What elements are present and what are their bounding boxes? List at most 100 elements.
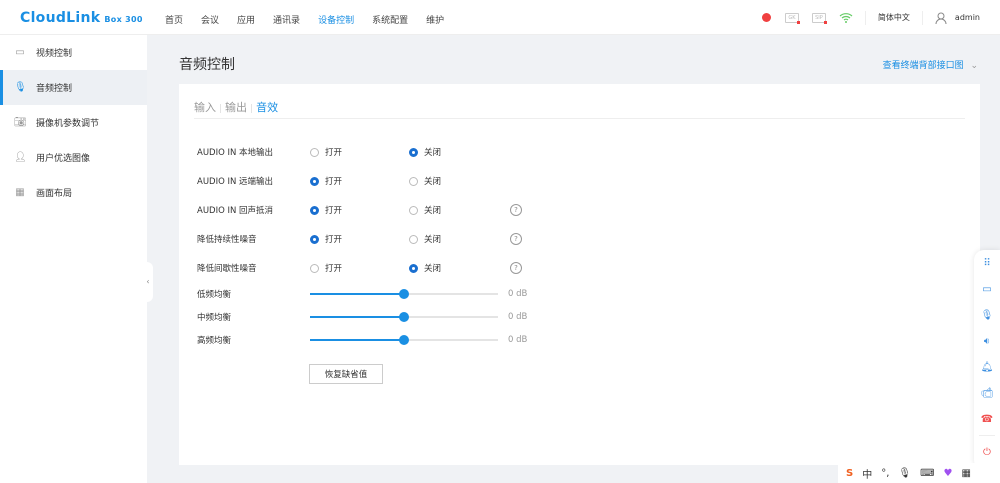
restore-defaults-button[interactable]: 恢复缺省值 (309, 364, 383, 384)
bell-icon[interactable]: 🔔︎ (974, 354, 1000, 380)
skin-icon[interactable]: ♥ (944, 468, 953, 479)
punctuation-icon[interactable]: °, (881, 468, 889, 479)
user-name[interactable]: admin (955, 13, 980, 22)
option-row: AUDIO IN 本地输出 打开 关闭 (197, 145, 897, 159)
nav-item[interactable]: 系统配置 (372, 13, 408, 26)
sidebar-item-label: 音频控制 (36, 84, 73, 94)
nav-item[interactable]: 会议 (201, 13, 219, 26)
option-label: AUDIO IN 本地输出 (197, 148, 274, 158)
chevron-down-icon: ⌄ (970, 61, 978, 71)
back-panel-link[interactable]: 查看终端背部接口图 ⌄ (883, 58, 978, 71)
camera-icon[interactable]: 📹︎ (974, 380, 1000, 406)
option-label: 降低持续性噪音 (197, 235, 257, 245)
radio-circle[interactable] (310, 147, 319, 157)
toolbox-icon[interactable]: ▦ (962, 468, 971, 479)
dialpad-icon[interactable]: ⠿ (974, 250, 1000, 276)
sidebar-item[interactable]: 📷︎ 摄像机参数调节 (0, 105, 147, 140)
equalizer-slider[interactable] (310, 289, 498, 299)
equalizer-slider[interactable] (310, 312, 498, 322)
tab-0[interactable]: 输入 (194, 101, 216, 114)
radio-circle[interactable] (310, 176, 319, 186)
option-label: AUDIO IN 回声抵消 (197, 206, 274, 216)
sidebar: ▭ 视频控制 🎙︎ 音频控制 📷︎ 摄像机参数调节 👤︎ 用户优选图像 ▦ 画面布局 (0, 35, 147, 483)
layout-grid-icon: ▦ (15, 186, 25, 198)
user-avatar-icon[interactable] (935, 12, 947, 24)
nav-item[interactable]: 通讯录 (273, 13, 300, 26)
radio-circle[interactable] (409, 205, 418, 215)
speaker-icon[interactable]: 🔉︎ (974, 328, 1000, 354)
nav-item[interactable]: 首页 (165, 13, 183, 26)
radio-circle[interactable] (409, 263, 418, 273)
microphone-icon[interactable]: 🎙︎ (974, 302, 1000, 328)
sidebar-item[interactable]: 🎙︎ 音频控制 (0, 70, 147, 105)
collapse-sidebar-button[interactable]: ‹ (143, 262, 153, 302)
radio-circle[interactable] (310, 263, 319, 273)
hang-up-icon[interactable]: ☎︎ (974, 406, 1000, 432)
option-label: AUDIO IN 远端输出 (197, 177, 274, 187)
sidebar-item-label: 视频控制 (36, 49, 73, 59)
radio-off[interactable]: 关闭 (409, 233, 508, 245)
nav-item[interactable]: 设备控制 (318, 13, 354, 26)
option-row: 降低持续性噪音 打开 关闭? (197, 232, 897, 246)
keyboard-icon[interactable]: ⌨︎ (920, 468, 934, 479)
sidebar-item[interactable]: ▦ 画面布局 (0, 175, 147, 210)
equalizer-slider[interactable] (310, 335, 498, 345)
option-row: 降低间歇性噪音 打开 关闭? (197, 261, 897, 275)
option-row: AUDIO IN 回声抵消 打开 关闭? (197, 203, 897, 217)
sogou-logo-icon[interactable]: S (846, 468, 853, 479)
wifi-icon (839, 13, 853, 23)
sidebar-item-label: 画面布局 (36, 189, 73, 199)
top-header: CloudLink Box 300 首页 会议 应用 通讯录 设备控制 系统配置 维护 GK … (0, 0, 1000, 35)
slider-fill (310, 316, 404, 318)
floating-toolbar: ⠿ ▭ 🎙︎ 🔉︎ 🔔︎ 📹︎ ☎︎ ⏻ (974, 250, 1000, 470)
equalizer-label: 中频均衡 (197, 313, 232, 323)
audio-effects-panel: 输入 | 输出 | 音效 恢复缺省值 AUDIO IN 本地输出 打开 关闭 AUDIO IN… (179, 84, 980, 465)
help-icon[interactable]: ? (510, 262, 522, 274)
radio-label: 关闭 (424, 148, 442, 158)
slider-thumb[interactable] (399, 289, 409, 299)
tab-1[interactable]: 输出 (225, 101, 247, 114)
radio-circle[interactable] (310, 205, 319, 215)
radio-circle[interactable] (310, 234, 319, 244)
voice-input-icon[interactable]: 🎙︎ (898, 468, 911, 479)
nav-item[interactable]: 维护 (426, 13, 444, 26)
slider-thumb[interactable] (399, 335, 409, 345)
radio-circle[interactable] (409, 147, 418, 157)
nav-item[interactable]: 应用 (237, 13, 255, 26)
help-icon[interactable]: ? (510, 233, 522, 245)
equalizer-value: 0 dB (508, 335, 528, 345)
language-selector[interactable]: 简体中文 (878, 12, 910, 23)
radio-label: 关闭 (424, 264, 442, 274)
tab-2[interactable]: 音效 (256, 101, 278, 114)
radio-label: 打开 (325, 264, 343, 274)
screen-share-icon[interactable]: ▭ (974, 276, 1000, 302)
sidebar-item-label: 用户优选图像 (36, 154, 91, 164)
radio-on[interactable]: 打开 (310, 146, 409, 158)
radio-label: 打开 (325, 177, 343, 187)
radio-on[interactable]: 打开 (310, 262, 409, 274)
radio-off[interactable]: 关闭 (409, 175, 508, 187)
radio-on[interactable]: 打开 (310, 175, 409, 187)
radio-circle[interactable] (409, 234, 418, 244)
microphone-icon: 🎙︎ (14, 81, 27, 93)
slider-fill (310, 293, 404, 295)
main-nav: 首页 会议 应用 通讯录 设备控制 系统配置 维护 (165, 13, 462, 26)
radio-circle[interactable] (409, 176, 418, 186)
radio-off[interactable]: 关闭 (409, 146, 508, 158)
radio-on[interactable]: 打开 (310, 204, 409, 216)
sidebar-item[interactable]: 👤︎ 用户优选图像 (0, 140, 147, 175)
sidebar-item[interactable]: ▭ 视频控制 (0, 35, 147, 70)
radio-on[interactable]: 打开 (310, 233, 409, 245)
radio-off[interactable]: 关闭 (409, 262, 508, 274)
sidebar-item-label: 摄像机参数调节 (36, 119, 100, 129)
power-icon[interactable]: ⏻ (974, 439, 1000, 465)
radio-label: 关闭 (424, 177, 442, 187)
equalizer-label: 高频均衡 (197, 336, 232, 346)
ime-mode[interactable]: 中 (862, 466, 872, 481)
radio-label: 关闭 (424, 235, 442, 245)
slider-fill (310, 339, 404, 341)
radio-off[interactable]: 关闭 (409, 204, 508, 216)
slider-thumb[interactable] (399, 312, 409, 322)
equalizer-row: 高频均衡 0 dB (197, 333, 897, 347)
help-icon[interactable]: ? (510, 204, 522, 216)
